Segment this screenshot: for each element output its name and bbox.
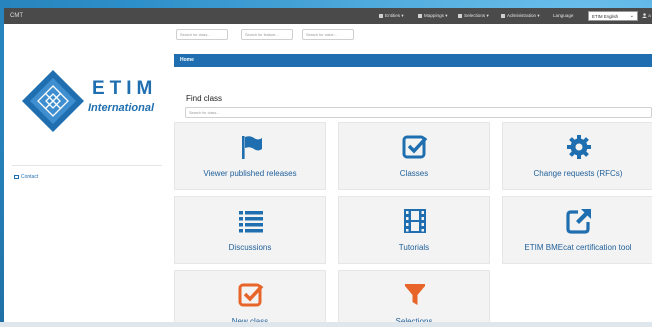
app-brand[interactable]: CMT [10, 13, 23, 19]
filter-icon [405, 284, 425, 305]
external-link-icon [566, 209, 591, 234]
tile-new-class[interactable]: New class [174, 270, 326, 327]
etim-logo-icon [22, 70, 84, 132]
tile-tutorials[interactable]: Tutorials [338, 196, 490, 264]
language-select[interactable]: ETIM English ⌄ [588, 11, 638, 21]
search-class-input[interactable]: Search for class... [176, 29, 228, 40]
selections-icon [458, 13, 462, 18]
search-value-input[interactable]: Search for value... [302, 29, 354, 40]
browser-window: CMT Entities ▾ Mappings ▾ Selections ▾ A… [4, 8, 652, 327]
nav-mappings[interactable]: Mappings ▾ [418, 13, 448, 19]
tile-viewer-published-releases[interactable]: Viewer published releases [174, 122, 326, 190]
mappings-icon [418, 13, 422, 18]
chevron-down-icon: ⌄ [629, 13, 634, 19]
gear-icon [567, 135, 591, 159]
nav-administration[interactable]: Administration ▾ [501, 13, 540, 19]
nav-entities[interactable]: Entities ▾ [379, 13, 404, 19]
tile-discussions[interactable]: Discussions [174, 196, 326, 264]
breadcrumb: Home [174, 54, 652, 67]
administration-icon [501, 13, 505, 18]
tile-change-requests[interactable]: Change requests (RFCs) [502, 122, 652, 190]
top-navbar: CMT Entities ▾ Mappings ▾ Selections ▾ A… [4, 8, 652, 24]
user-menu[interactable]: a [642, 13, 651, 19]
check-square-icon [238, 283, 264, 307]
nav-language[interactable]: Language [553, 13, 573, 18]
list-icon [239, 211, 263, 233]
sidebar: ETIM International Contact [4, 46, 164, 327]
tile-classes[interactable]: Classes [338, 122, 490, 190]
logo-subtitle: International [88, 102, 155, 114]
check-square-icon [402, 135, 428, 159]
film-icon [404, 209, 426, 233]
sidebar-divider [12, 165, 162, 166]
contact-link[interactable]: Contact [14, 174, 38, 180]
find-class-title: Find class [186, 94, 223, 103]
flag-icon [242, 136, 262, 159]
search-feature-input[interactable]: Search for feature... [241, 29, 293, 40]
taskbar-strip [0, 322, 652, 327]
tile-selections[interactable]: Selections [338, 270, 490, 327]
nav-selections[interactable]: Selections ▾ [458, 13, 489, 19]
user-icon [642, 13, 647, 19]
tile-bmecat-certification[interactable]: ETIM BMEcat certification tool [502, 196, 652, 264]
entities-icon [379, 13, 383, 18]
find-class-input[interactable]: Search for class... [185, 107, 652, 118]
envelope-icon [14, 174, 19, 179]
logo-title: ETIM [92, 78, 158, 99]
breadcrumb-home[interactable]: Home [180, 57, 194, 63]
